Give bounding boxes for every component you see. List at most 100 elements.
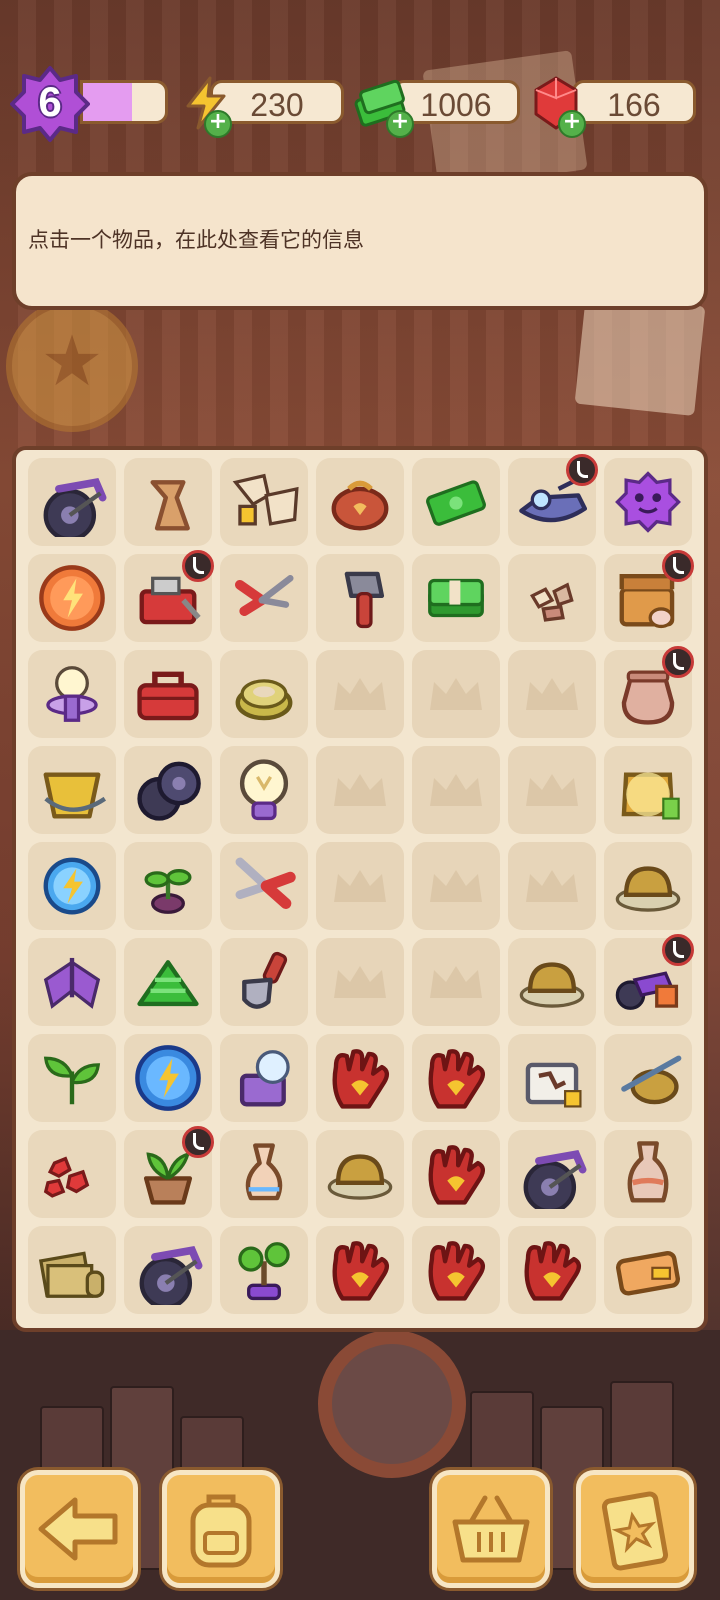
add-energy-button[interactable]: + [204,110,232,138]
board-cell-cash-stack[interactable] [412,554,500,642]
bucket-icon [43,772,107,819]
board-cell-fishing-rod[interactable] [604,1034,692,1122]
ruby-cluster-icon [43,1156,90,1198]
board-cell-bike[interactable] [28,458,116,546]
board-cell-bike[interactable] [124,1226,212,1314]
board-cell-light-bulb-large[interactable] [220,746,308,834]
board-cell-wallet[interactable] [604,1226,692,1314]
board-cell-glove[interactable] [412,1226,500,1314]
empty-cell[interactable] [508,842,596,930]
board-cell-sprout[interactable] [124,842,212,930]
crown-placeholder-icon [430,774,482,806]
empty-cell[interactable] [508,650,596,738]
board-cell-vase[interactable] [220,1130,308,1218]
hat-nest-icon [615,866,681,912]
empty-cell[interactable] [316,842,404,930]
board-cell-ruby-cluster[interactable] [28,1130,116,1218]
board-cell-shovel[interactable] [220,938,308,1026]
board-cell-coin-pouch[interactable] [316,458,404,546]
add-gem-button[interactable]: + [558,110,586,138]
add-cash-button[interactable]: + [386,110,414,138]
basket-button[interactable] [432,1470,550,1588]
map-pieces-icon [232,473,299,526]
timer-badge-icon [566,454,598,486]
gem-counter[interactable]: 166 [572,80,696,124]
board-cell-leaf-plant[interactable] [28,1034,116,1122]
empty-cell[interactable] [508,746,596,834]
empty-cell[interactable] [316,938,404,1026]
timer-badge-icon [182,550,214,582]
board-cell-bucket[interactable] [28,746,116,834]
info-text: 点击一个物品，在此处查看它的信息 [28,228,364,252]
board-cell-potted-plant[interactable] [124,1126,214,1218]
background-note [574,294,706,416]
leaf-plant-icon [43,1056,101,1105]
board-cell-treasure-chest[interactable] [604,550,694,642]
empty-cell[interactable] [316,746,404,834]
board-cell-rope-coil[interactable] [220,650,308,738]
crown-placeholder-icon [334,966,386,998]
board-cell-moth[interactable] [28,938,116,1026]
back-button[interactable] [20,1470,138,1588]
scissors-icon [235,857,296,909]
board-cell-clay-pot[interactable] [604,646,694,738]
level-badge[interactable]: 6 [10,64,90,144]
board-cell-pruning-shears[interactable] [220,554,308,642]
board-cell-bike[interactable] [508,1130,596,1218]
board-cell-vase-tall[interactable] [604,1130,692,1218]
board-cell-scissors[interactable] [220,842,308,930]
board-cell-purple-slime[interactable] [604,458,692,546]
empty-cell[interactable] [412,938,500,1026]
board-cell-map-box[interactable] [508,1034,596,1122]
cash-pile-icon [137,960,199,1007]
backpack-button[interactable] [162,1470,280,1588]
board-cell-map-stack[interactable] [28,1226,116,1314]
board-cell-axe[interactable] [316,554,404,642]
map-stack-icon [38,1251,105,1298]
board-cell-energy-orb-blue[interactable] [124,1034,212,1122]
board-cell-hat-nest[interactable] [316,1130,404,1218]
energy-orb-blue-icon [135,1045,201,1111]
board-cell-glove[interactable] [316,1034,404,1122]
board-cell-toolbox-open[interactable] [124,550,214,642]
purple-slime-icon [615,471,681,533]
empty-cell[interactable] [412,842,500,930]
crown-placeholder-icon [430,966,482,998]
board-cell-lamp-box[interactable] [220,1034,308,1122]
board-cell-toolbox[interactable] [124,650,212,738]
board-cell-stone-chips[interactable] [508,554,596,642]
board-cell-glove[interactable] [412,1034,500,1122]
board-cell-jet-ski[interactable] [508,454,598,546]
horseshoe-icon [150,480,190,531]
merge-board [12,446,708,1332]
board-cell-magic-bag[interactable] [604,746,692,834]
board-cell-glove[interactable] [316,1226,404,1314]
glove-icon [524,1241,582,1301]
moth-icon [43,957,101,1009]
empty-cell[interactable] [316,650,404,738]
board-cell-horseshoe[interactable] [124,458,212,546]
wallet-icon [615,1251,681,1296]
board-cell-glove[interactable] [412,1130,500,1218]
board-cell-cash-bill[interactable] [412,458,500,546]
glove-icon [332,1049,390,1109]
board-cell-hat-nest[interactable] [508,938,596,1026]
backpack-icon [190,1494,252,1568]
orders-button[interactable] [576,1470,694,1588]
magic-bag-icon [621,772,680,820]
board-cell-energy-orb-orange[interactable] [28,554,116,642]
board-cell-motorbike[interactable] [604,934,694,1026]
fishing-rod-icon [621,1055,682,1105]
board-cell-wheels[interactable] [124,746,212,834]
board-cell-light-bulb[interactable] [28,650,116,738]
lamp-box-icon [239,1050,290,1107]
empty-cell[interactable] [412,746,500,834]
board-cell-map-pieces[interactable] [220,458,308,546]
board-cell-hat-nest[interactable] [604,842,692,930]
board-cell-energy-orb-blue-small[interactable] [28,842,116,930]
board-cell-bonsai[interactable] [220,1226,308,1314]
board-cell-cash-pile[interactable] [124,938,212,1026]
empty-cell[interactable] [412,650,500,738]
board-cell-glove[interactable] [508,1226,596,1314]
timer-badge-icon [662,646,694,678]
